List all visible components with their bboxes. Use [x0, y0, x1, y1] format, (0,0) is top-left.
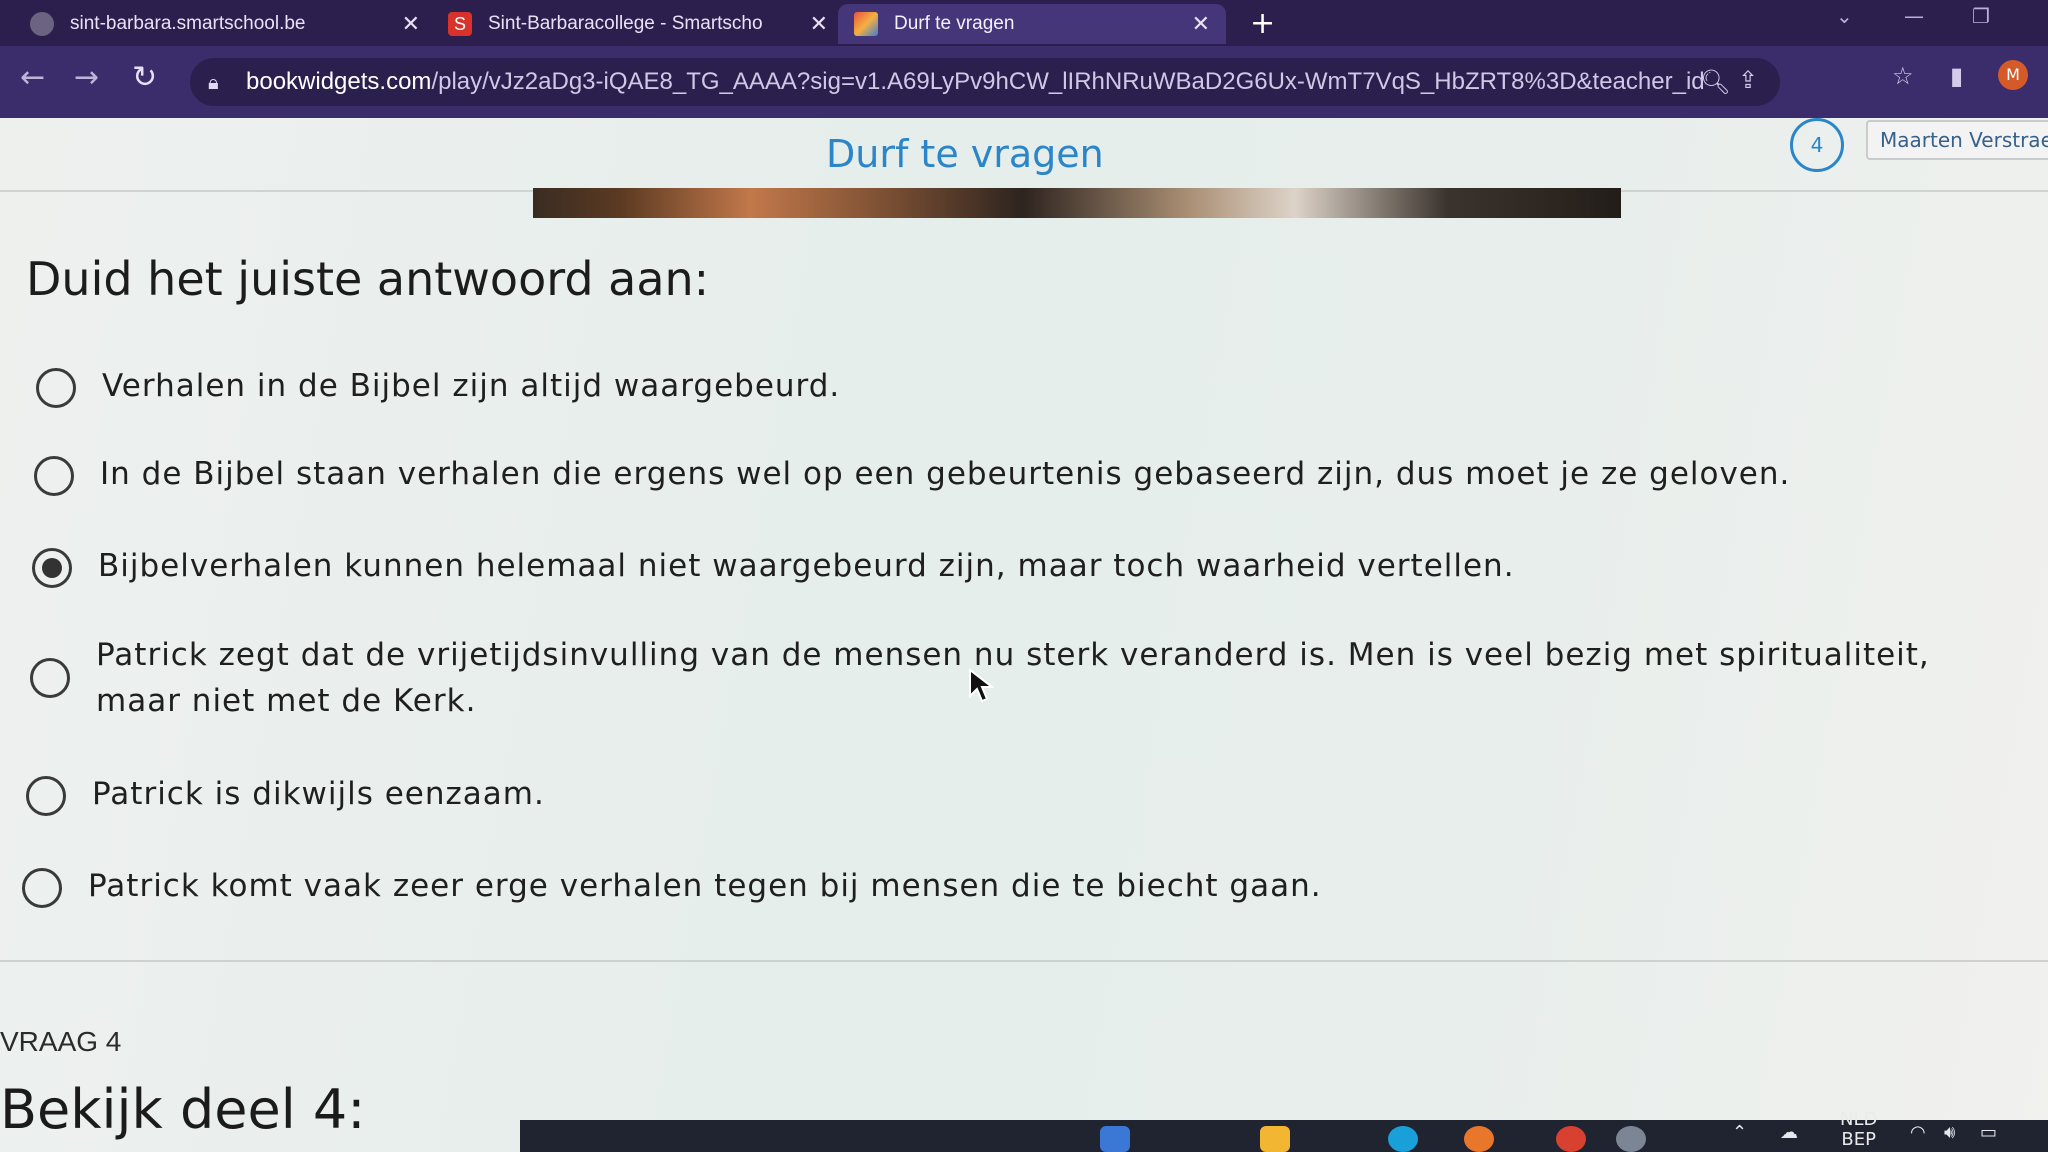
radio-button[interactable]	[34, 456, 74, 496]
reload-icon[interactable]: ↻	[132, 60, 157, 95]
tab-durf-te-vragen[interactable]: Durf te vragen ✕	[838, 4, 1226, 44]
tab-smartschool-home[interactable]: sint-barbara.smartschool.be ✕	[30, 4, 420, 44]
tab-title: Durf te vragen	[894, 13, 1015, 34]
zoom-icon[interactable]: 🔍︎	[1700, 68, 1730, 96]
page-header: Durf te vragen 4 Maarten Verstrae	[0, 118, 2048, 192]
battery-icon[interactable]: ▭	[1980, 1122, 1997, 1143]
browser-tab-bar: sint-barbara.smartschool.be ✕ S Sint-Bar…	[0, 0, 2048, 46]
file-explorer-icon[interactable]	[1260, 1126, 1290, 1152]
tab-smartschool[interactable]: S Sint-Barbaracollege - Smartscho ✕	[448, 4, 828, 44]
new-tab-button[interactable]: +	[1250, 6, 1275, 41]
radio-button-selected[interactable]	[32, 548, 72, 588]
settings-icon[interactable]	[1616, 1126, 1646, 1152]
url-text[interactable]: bookwidgets.com/play/vJz2aDg3-iQAE8_TG_A…	[246, 68, 1706, 96]
close-tab-icon[interactable]: ✕	[810, 11, 828, 37]
section-label: VRAAG 4	[0, 1026, 122, 1057]
radio-button[interactable]	[26, 776, 66, 816]
video-thumbnail-strip[interactable]	[533, 188, 1621, 218]
mouse-pointer-icon	[969, 668, 994, 703]
chrome-profile-icon[interactable]	[1556, 1126, 1586, 1152]
option-label[interactable]: Patrick komt vaak zeer erge verhalen teg…	[88, 864, 1322, 908]
page-title: Durf te vragen	[826, 132, 1104, 176]
address-bar[interactable]: 🔒︎ bookwidgets.com/play/vJz2aDg3-iQAE8_T…	[190, 58, 1780, 106]
globe-icon	[30, 12, 54, 36]
tray-chevron-icon[interactable]: ⌃	[1732, 1122, 1747, 1143]
option-label[interactable]: Patrick is dikwijls eenzaam.	[92, 772, 545, 816]
edge-browser-icon[interactable]	[1388, 1126, 1418, 1152]
tab-title: sint-barbara.smartschool.be	[70, 13, 306, 34]
answer-option[interactable]: Patrick zegt dat de vrijetijdsinvulling …	[30, 632, 2020, 724]
back-icon[interactable]: ←	[20, 60, 45, 95]
radio-button[interactable]	[36, 368, 76, 408]
tab-title: Sint-Barbaracollege - Smartscho	[488, 13, 763, 34]
radio-button[interactable]	[30, 658, 70, 698]
smartschool-icon: S	[448, 12, 472, 36]
answer-option[interactable]: Patrick is dikwijls eenzaam.	[26, 772, 545, 816]
option-label[interactable]: In de Bijbel staan verhalen die ergens w…	[100, 452, 1790, 496]
close-tab-icon[interactable]: ✕	[402, 11, 420, 37]
side-panel-icon[interactable]: ▮	[1950, 62, 1963, 90]
os-taskbar: ⌃ ☁ ◠ 🔊︎ ▭	[520, 1120, 2048, 1152]
question-counter[interactable]: 4	[1790, 118, 1844, 172]
answer-option[interactable]: In de Bijbel staan verhalen die ergens w…	[34, 452, 1790, 496]
answer-option[interactable]: Bijbelverhalen kunnen helemaal niet waar…	[32, 544, 1515, 588]
minimize-icon[interactable]: —	[1904, 4, 1924, 28]
mail-app-icon[interactable]	[1100, 1126, 1130, 1152]
firefox-icon[interactable]	[1464, 1126, 1494, 1152]
browser-toolbar: ← → ↻ 🔒︎ bookwidgets.com/play/vJz2aDg3-i…	[0, 46, 2048, 118]
bookwidgets-icon	[854, 12, 878, 36]
tab-search-icon[interactable]: ⌄	[1836, 4, 1853, 28]
forward-icon[interactable]: →	[74, 60, 99, 95]
bookmark-star-icon[interactable]: ☆	[1892, 62, 1914, 90]
page-content: Durf te vragen 4 Maarten Verstrae Duid h…	[0, 118, 2048, 1152]
option-label[interactable]: Bijbelverhalen kunnen helemaal niet waar…	[98, 544, 1515, 588]
user-name-chip[interactable]: Maarten Verstrae	[1866, 120, 2048, 160]
option-label[interactable]: Patrick zegt dat de vrijetijdsinvulling …	[96, 632, 2020, 724]
share-icon[interactable]: ⇪	[1738, 66, 1758, 94]
profile-avatar[interactable]: M	[1998, 60, 2028, 90]
section-divider	[0, 960, 2048, 962]
answer-option[interactable]: Patrick komt vaak zeer erge verhalen teg…	[22, 864, 1322, 908]
input-language-indicator[interactable]: NLD BEP	[1840, 1110, 1877, 1150]
radio-button[interactable]	[22, 868, 62, 908]
lock-icon[interactable]: 🔒︎	[208, 70, 219, 94]
onedrive-icon[interactable]: ☁	[1780, 1122, 1798, 1143]
option-label[interactable]: Verhalen in de Bijbel zijn altijd waarge…	[102, 364, 840, 408]
restore-icon[interactable]: ❐	[1972, 4, 1990, 28]
section-title: Bekijk deel 4:	[0, 1078, 366, 1141]
answer-option[interactable]: Verhalen in de Bijbel zijn altijd waarge…	[36, 364, 840, 408]
question-prompt: Duid het juiste antwoord aan:	[26, 252, 710, 306]
close-tab-icon[interactable]: ✕	[1192, 11, 1210, 37]
wifi-icon[interactable]: ◠	[1910, 1122, 1926, 1143]
volume-icon[interactable]: 🔊︎	[1944, 1122, 1955, 1143]
